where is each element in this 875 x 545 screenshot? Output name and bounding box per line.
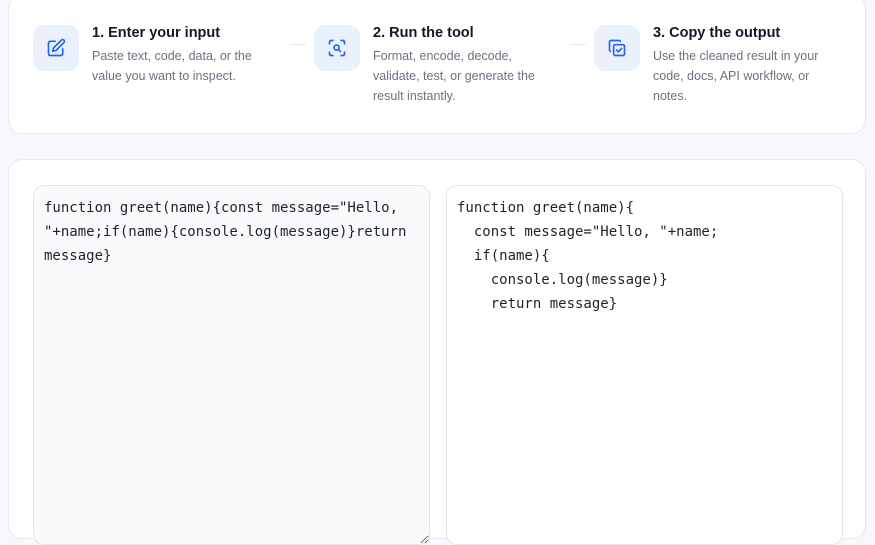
editor-card: function greet(name){ const message="Hel… <box>8 159 866 545</box>
edit-icon <box>33 25 79 71</box>
step-separator <box>570 44 586 45</box>
step-copy-output: 3. Copy the output Use the cleaned resul… <box>594 25 838 106</box>
steps-card: 1. Enter your input Paste text, code, da… <box>8 0 866 134</box>
step-description: Use the cleaned result in your code, doc… <box>653 49 819 103</box>
step-title: 3. Copy the output <box>653 25 781 41</box>
step-title: 2. Run the tool <box>373 25 474 41</box>
input-editor[interactable] <box>33 185 430 545</box>
copy-check-icon <box>594 25 640 71</box>
step-separator <box>290 44 306 45</box>
step-run-tool: 2. Run the tool Format, encode, decode, … <box>314 25 551 106</box>
step-description: Format, encode, decode, validate, test, … <box>373 49 535 103</box>
search-scan-icon <box>314 25 360 71</box>
step-title: 1. Enter your input <box>92 25 221 41</box>
step-description: Paste text, code, data, or the value you… <box>92 49 252 83</box>
step-enter-input: 1. Enter your input Paste text, code, da… <box>33 25 270 86</box>
output-editor[interactable]: function greet(name){ const message="Hel… <box>446 185 843 545</box>
